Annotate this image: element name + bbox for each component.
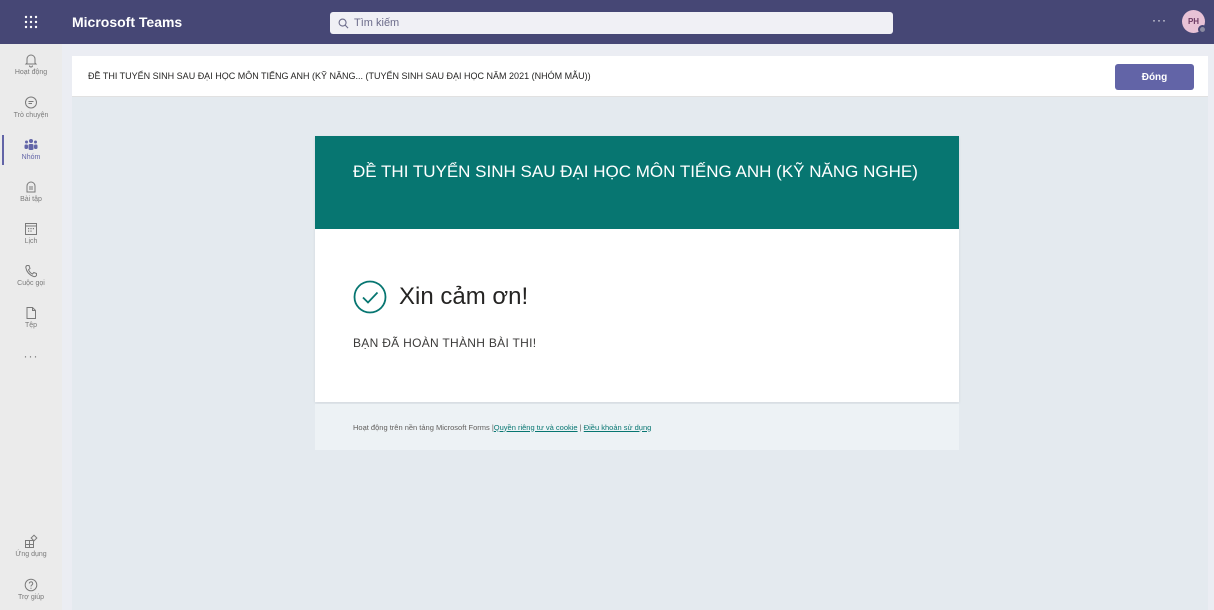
avatar[interactable]: PH (1182, 10, 1207, 34)
rail-item-apps[interactable]: Ứng dụng (0, 534, 62, 558)
file-icon (26, 307, 36, 319)
privacy-link[interactable]: Quyền riêng tư và cookie (494, 423, 578, 432)
rail-item-chat[interactable]: Trò chuyện (0, 95, 62, 119)
rail-item-calls[interactable]: Cuộc gọi (0, 263, 62, 287)
phone-icon (25, 265, 37, 278)
title-bar: Microsoft Teams Tìm kiếm ··· PH (0, 0, 1214, 44)
search-icon (338, 18, 349, 28)
apps-icon (25, 534, 38, 548)
help-icon (24, 578, 38, 592)
rail-item-label: Ứng dụng (15, 551, 47, 558)
teams-icon (24, 139, 38, 150)
rail-item-help[interactable]: Trợ giúp (0, 577, 62, 601)
search-input[interactable]: Tìm kiếm (330, 12, 893, 34)
form-title: ĐỀ THI TUYỂN SINH SAU ĐẠI HỌC MÔN TIẾNG … (315, 136, 959, 229)
app-name: Microsoft Teams (72, 14, 183, 30)
search-placeholder: Tìm kiếm (354, 17, 400, 29)
rail-item-assignments[interactable]: Bài tập (0, 179, 62, 203)
close-button[interactable]: Đóng (1115, 64, 1194, 90)
waffle-icon (24, 15, 38, 29)
rail-item-label: Hoạt động (14, 69, 48, 76)
page-title: ĐỀ THI TUYỂN SINH SAU ĐẠI HỌC MÔN TIẾNG … (88, 71, 591, 81)
rail-item-label: Cuộc gọi (17, 280, 45, 287)
presence-status-icon (1198, 25, 1207, 34)
assignments-icon (26, 181, 36, 193)
completion-message: BẠN ĐÃ HOÀN THÀNH BÀI THI! (353, 336, 537, 350)
calendar-icon (25, 223, 37, 235)
app-bar: Hoạt động Trò chuyện Nhóm Bài tập Lịch C… (0, 44, 62, 610)
forms-footer: Hoạt động trên nền tảng Microsoft Forms … (315, 404, 959, 450)
rail-item-label: Tệp (24, 322, 38, 329)
more-apps-button[interactable]: ··· (0, 349, 62, 363)
thanks-heading: Xin cảm ơn! (399, 283, 529, 310)
chat-icon (25, 96, 37, 109)
rail-item-label: Bài tập (20, 196, 42, 203)
form-card: ĐỀ THI TUYỂN SINH SAU ĐẠI HỌC MÔN TIẾNG … (315, 136, 959, 402)
rail-item-activity[interactable]: Hoạt động (0, 52, 62, 76)
rail-item-files[interactable]: Tệp (0, 305, 62, 329)
rail-item-label: Nhóm (21, 154, 41, 161)
tab-header: ĐỀ THI TUYỂN SINH SAU ĐẠI HỌC MÔN TIẾNG … (72, 56, 1208, 97)
bell-icon (24, 54, 38, 68)
terms-link[interactable]: Điều khoản sử dụng (584, 423, 652, 432)
rail-item-label: Trò chuyện (13, 112, 49, 119)
more-options-button[interactable]: ··· (1152, 0, 1167, 44)
rail-item-teams[interactable]: Nhóm (0, 135, 62, 165)
app-launcher-button[interactable] (0, 0, 62, 44)
rail-item-label: Trợ giúp (17, 594, 45, 601)
rail-item-calendar[interactable]: Lịch (0, 221, 62, 245)
avatar-initials: PH (1187, 17, 1200, 26)
check-circle-icon (353, 280, 387, 314)
rail-item-label: Lịch (24, 238, 38, 245)
thanks-row: Xin cảm ơn! (353, 280, 528, 314)
footer-text: Hoạt động trên nền tảng Microsoft Forms … (353, 422, 494, 432)
